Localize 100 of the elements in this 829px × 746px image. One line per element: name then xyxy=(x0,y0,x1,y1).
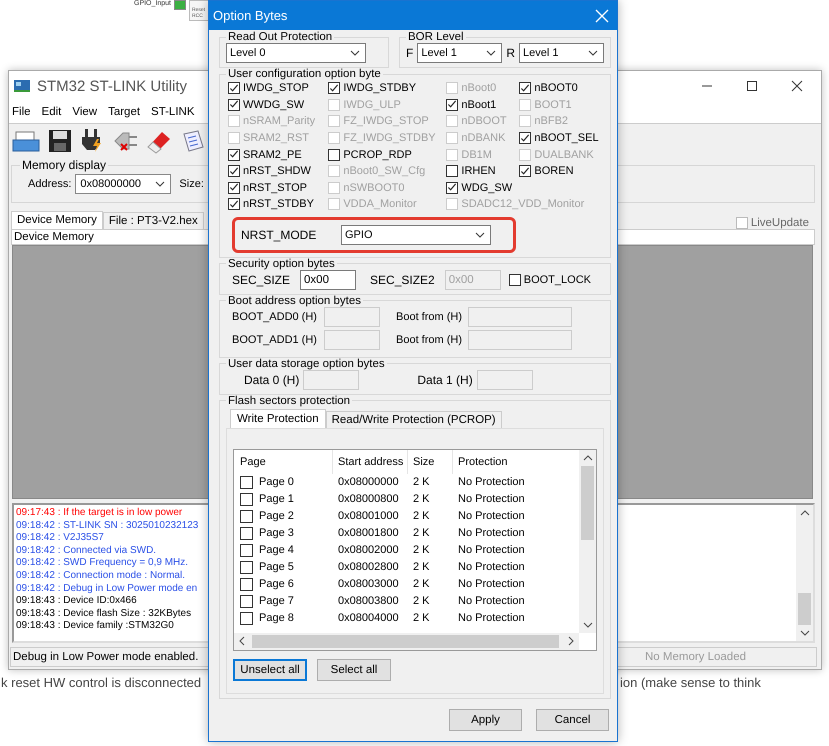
table-cell-text: 2 K xyxy=(412,595,431,608)
scrollbar-thumb[interactable] xyxy=(252,634,559,648)
checkbox-label: IWDG_STOP xyxy=(243,82,309,94)
table-cell: Page 6 xyxy=(259,578,294,590)
table-cell-text: No Protection xyxy=(457,544,526,556)
table-cell-text: No Protection xyxy=(457,578,526,590)
input-field[interactable] xyxy=(476,370,533,390)
chevron-left-icon[interactable] xyxy=(238,636,246,646)
chevron-right-icon[interactable] xyxy=(567,636,575,646)
checkbox-label: nBOOT0 xyxy=(534,82,578,94)
dropdown[interactable]: Level 1 xyxy=(417,43,502,63)
checkbox-label: IRHEN xyxy=(461,165,496,178)
checkbox[interactable] xyxy=(446,98,458,111)
checkbox[interactable] xyxy=(228,148,240,161)
table-cell-text: 2 K xyxy=(412,544,431,556)
checkbox[interactable] xyxy=(508,274,521,286)
group-title: Memory display xyxy=(21,158,108,172)
button[interactable]: Apply xyxy=(449,709,522,731)
menu-item[interactable]: Target xyxy=(108,106,140,118)
table-cell-text: 0x08000000 xyxy=(337,476,400,488)
checkbox-label: FZ_IWDG_STDBY xyxy=(343,132,436,144)
chevron-down-icon[interactable] xyxy=(582,620,592,629)
log-line: 09:18:42 : Debug in Low Power mode en xyxy=(16,582,198,596)
column-header: Size xyxy=(407,450,452,474)
checkbox[interactable] xyxy=(240,560,253,574)
input-field[interactable] xyxy=(324,306,380,327)
address-dropdown[interactable]: 0x08000000 xyxy=(75,174,172,194)
checkbox[interactable] xyxy=(240,476,253,489)
table-cell-text: 0x08003800 xyxy=(337,595,400,608)
chevron-down-icon xyxy=(155,181,166,187)
button[interactable]: Select all xyxy=(317,658,391,681)
chevron-down-icon[interactable] xyxy=(800,629,810,637)
maximize-icon[interactable] xyxy=(746,80,758,92)
checkbox[interactable] xyxy=(240,492,253,506)
scrollbar-thumb[interactable] xyxy=(798,593,811,625)
checkbox[interactable] xyxy=(228,98,240,111)
checkbox-label: BOREN xyxy=(534,165,574,178)
scrollbar[interactable] xyxy=(234,632,579,650)
checkbox[interactable] xyxy=(228,182,240,194)
checkbox[interactable] xyxy=(228,165,240,178)
menu-item[interactable]: View xyxy=(72,106,98,118)
group-title: User data storage option bytes xyxy=(227,358,386,370)
checkbox[interactable] xyxy=(446,182,458,194)
checkbox-label: FZ_IWDG_STOP xyxy=(343,115,429,128)
dropdown[interactable]: Level 1 xyxy=(519,43,604,63)
checkbox[interactable] xyxy=(519,165,532,178)
field-label: Data 0 (H) xyxy=(244,372,300,387)
chevron-down-icon xyxy=(475,232,485,238)
table-cell-text: 0x08001000 xyxy=(337,510,400,522)
checkbox[interactable] xyxy=(519,82,532,94)
checkbox-label: nBoot0 xyxy=(461,82,496,94)
log-line: 09:17:43 : If the target is in low power xyxy=(16,507,182,520)
chevron-up-icon[interactable] xyxy=(800,509,810,517)
checkbox[interactable] xyxy=(228,198,240,210)
checkbox[interactable] xyxy=(328,82,340,94)
table-cell: Page 3 xyxy=(259,527,294,540)
field-label: F xyxy=(406,46,414,60)
tab[interactable]: Read/Write Protection (PCROP) xyxy=(326,410,502,428)
tab[interactable]: File : PT3-V2.hex xyxy=(102,212,204,229)
chevron-up-icon[interactable] xyxy=(582,454,592,462)
checkbox[interactable] xyxy=(519,132,532,144)
button[interactable]: Cancel xyxy=(536,709,609,731)
dropdown[interactable]: Level 0 xyxy=(226,43,366,63)
checkbox[interactable] xyxy=(240,612,253,625)
input-field[interactable] xyxy=(303,370,360,390)
checkbox[interactable] xyxy=(328,148,340,161)
dropdown[interactable]: GPIO xyxy=(341,224,491,245)
checkbox[interactable] xyxy=(240,526,253,540)
tab[interactable]: Write Protection xyxy=(230,408,326,428)
checkbox-label: SDADC12_VDD_Monitor xyxy=(461,198,584,210)
button[interactable]: Unselect all xyxy=(233,658,307,681)
menu-item[interactable]: Edit xyxy=(42,106,62,118)
menu-item[interactable]: File xyxy=(12,106,31,118)
tab[interactable]: Device Memory xyxy=(11,211,103,229)
table-cell-text: 0x08002800 xyxy=(337,561,400,574)
scrollbar-thumb[interactable] xyxy=(581,466,594,540)
checkbox-label: nSWBOOT0 xyxy=(343,182,404,194)
checkbox[interactable] xyxy=(228,82,240,94)
checkbox[interactable] xyxy=(736,217,748,229)
checkbox[interactable] xyxy=(240,594,253,608)
input-field[interactable] xyxy=(468,306,572,327)
table-cell-text: No Protection xyxy=(457,595,526,608)
scrollbar[interactable] xyxy=(579,450,596,633)
checkbox[interactable] xyxy=(446,165,458,178)
table-cell-text: No Protection xyxy=(457,612,526,624)
scrollbar[interactable] xyxy=(796,505,813,641)
input-field[interactable] xyxy=(324,330,380,350)
checkbox[interactable] xyxy=(240,510,253,523)
column-header: Page xyxy=(239,454,267,470)
close-icon[interactable] xyxy=(791,80,803,92)
table-cell-text: 2 K xyxy=(412,561,431,574)
status-text: Debug in Low Power mode enabled. xyxy=(13,651,198,663)
input-field[interactable] xyxy=(468,330,572,350)
input-field[interactable]: 0x00 xyxy=(300,270,356,290)
checkbox[interactable] xyxy=(240,544,253,557)
status-text: No Memory Loaded xyxy=(645,651,746,663)
checkbox-label: LiveUpdate xyxy=(750,217,809,229)
menu-item[interactable]: ST-LINK xyxy=(151,106,195,118)
field-label: Address: xyxy=(28,178,72,190)
checkbox[interactable] xyxy=(240,578,253,591)
